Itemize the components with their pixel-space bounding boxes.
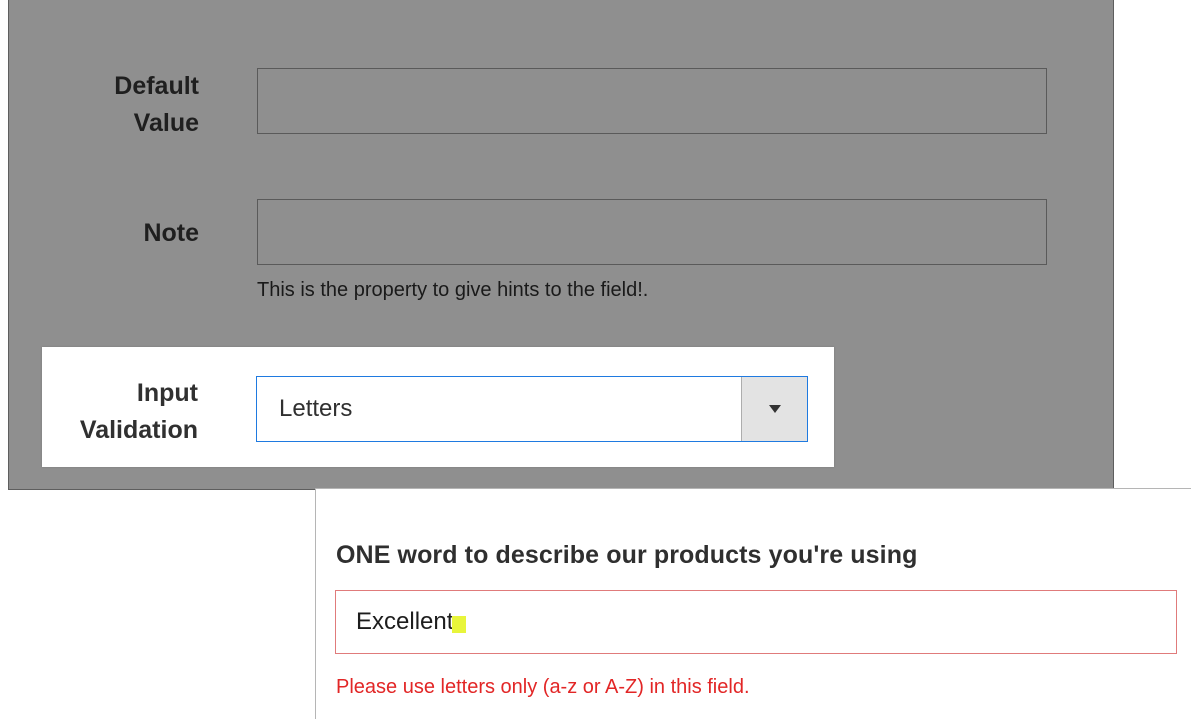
default-value-label: Default Value — [9, 68, 199, 142]
note-hint: This is the property to give hints to th… — [257, 279, 649, 301]
validation-error-message: Please use letters only (a-z or A-Z) in … — [336, 676, 750, 698]
default-value-label-line1: Default — [114, 72, 199, 100]
input-validation-label: Input Validation — [8, 375, 198, 449]
answer-value: Excellent. — [356, 608, 461, 635]
input-validation-label-line1: Input — [136, 379, 198, 407]
select-dropdown-button[interactable] — [741, 377, 807, 441]
note-input[interactable] — [257, 199, 1047, 265]
default-value-label-line2: Value — [133, 109, 199, 137]
highlight-marker — [452, 616, 467, 633]
frontend-preview-panel: ONE word to describe our products you're… — [315, 488, 1191, 719]
input-validation-select[interactable]: Letters — [256, 376, 808, 442]
question-label: ONE word to describe our products you're… — [336, 541, 918, 569]
note-label: Note — [143, 219, 199, 247]
input-validation-selected-value: Letters — [279, 395, 353, 422]
answer-input[interactable]: Excellent. — [335, 590, 1177, 654]
input-validation-label-line2: Validation — [79, 416, 198, 444]
input-validation-row: Input Validation Letters — [42, 347, 834, 467]
default-value-input[interactable] — [257, 68, 1047, 134]
chevron-down-icon — [768, 405, 781, 413]
